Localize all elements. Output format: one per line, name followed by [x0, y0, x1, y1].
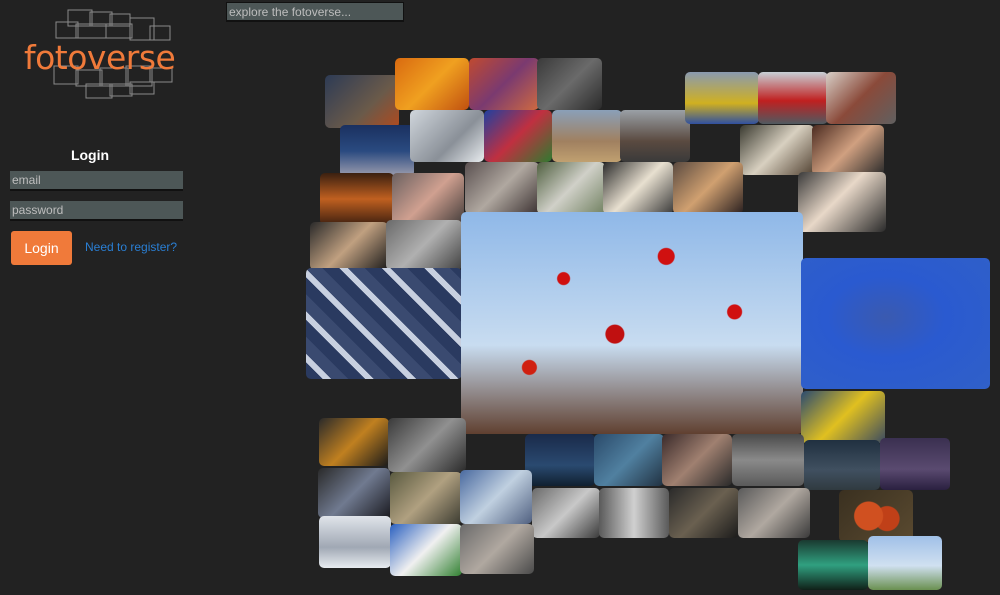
- photo-tile[interactable]: [325, 75, 399, 128]
- photo-tile[interactable]: [804, 440, 880, 490]
- photo-tile[interactable]: [390, 524, 462, 576]
- photo-tile[interactable]: [594, 434, 664, 486]
- photo-tile[interactable]: [552, 110, 622, 162]
- photo-tile[interactable]: [801, 391, 885, 443]
- photo-tile[interactable]: [732, 434, 804, 486]
- photo-tile[interactable]: [673, 162, 743, 214]
- password-field[interactable]: [10, 201, 183, 221]
- logo: fotoverse: [10, 8, 190, 103]
- photo-tile[interactable]: [826, 72, 896, 124]
- photo-tile[interactable]: [525, 434, 595, 486]
- photo-tile[interactable]: [469, 58, 539, 110]
- photo-tile[interactable]: [801, 258, 990, 389]
- photo-tile[interactable]: [537, 162, 605, 214]
- photo-tile[interactable]: [484, 110, 552, 162]
- photo-tile[interactable]: [318, 468, 390, 518]
- photo-tile[interactable]: [868, 536, 942, 590]
- photo-tile[interactable]: [340, 125, 414, 177]
- photo-tile[interactable]: [532, 488, 600, 538]
- photo-tile[interactable]: [537, 58, 602, 110]
- photo-tile[interactable]: [395, 58, 469, 110]
- photo-tile[interactable]: [390, 472, 462, 524]
- photo-tile[interactable]: [599, 488, 669, 538]
- photo-tile[interactable]: [662, 434, 732, 486]
- photo-tile[interactable]: [880, 438, 950, 490]
- photo-tile[interactable]: [465, 162, 539, 214]
- photo-tile[interactable]: [320, 173, 394, 225]
- photo-tile[interactable]: [410, 110, 484, 162]
- photo-tile[interactable]: [306, 268, 462, 379]
- photo-tile[interactable]: [740, 125, 814, 175]
- photo-tile[interactable]: [319, 418, 389, 466]
- photo-tile[interactable]: [392, 173, 464, 225]
- photo-tile[interactable]: [460, 524, 534, 574]
- search-input[interactable]: [226, 2, 404, 22]
- photo-tile[interactable]: [319, 516, 391, 568]
- photo-tile[interactable]: [460, 470, 532, 524]
- photo-tile[interactable]: [388, 418, 466, 472]
- photo-tile[interactable]: [798, 540, 868, 590]
- photo-tile[interactable]: [685, 72, 759, 124]
- login-button[interactable]: Login: [11, 231, 72, 265]
- logo-text: fotoverse: [24, 38, 176, 77]
- photo-tile[interactable]: [812, 125, 884, 175]
- photo-tile[interactable]: [798, 172, 886, 232]
- photo-tile[interactable]: [669, 488, 739, 538]
- email-field[interactable]: [10, 171, 183, 191]
- photo-tile[interactable]: [603, 162, 673, 214]
- photo-tile[interactable]: [758, 72, 828, 124]
- register-link[interactable]: Need to register?: [85, 240, 177, 254]
- photo-tile[interactable]: [738, 488, 810, 538]
- login-title: Login: [70, 147, 110, 163]
- photo-tile[interactable]: [310, 222, 388, 270]
- photo-tile[interactable]: [386, 220, 462, 270]
- photo-tile[interactable]: [620, 110, 690, 162]
- featured-photo-tile[interactable]: [461, 212, 803, 434]
- photo-tile[interactable]: [839, 490, 913, 542]
